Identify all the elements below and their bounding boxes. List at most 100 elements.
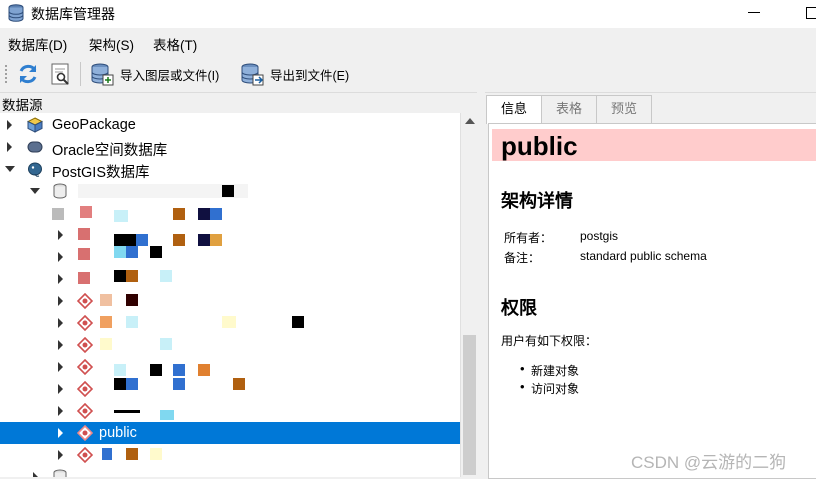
export-icon <box>241 63 264 86</box>
tree-item-connection[interactable] <box>0 466 460 477</box>
redacted-block <box>173 208 185 220</box>
redacted-block <box>78 272 90 284</box>
info-button[interactable] <box>50 61 72 87</box>
redacted-block <box>114 210 128 222</box>
info-icon <box>51 63 69 85</box>
redacted-block <box>126 270 138 282</box>
import-label: 导入图层或文件(I) <box>120 68 220 83</box>
tab-tables[interactable]: 表格 <box>541 95 597 123</box>
comment-label: 备注： <box>504 251 541 265</box>
redacted-block <box>102 448 112 460</box>
redacted-block <box>210 234 222 246</box>
database-icon <box>53 469 67 477</box>
scrollbar-thumb[interactable] <box>463 335 476 475</box>
tree-label-geopackage: GeoPackage <box>52 117 136 133</box>
expand-arrow-icon[interactable] <box>58 340 63 350</box>
schema-icon <box>77 381 93 397</box>
scroll-up-icon[interactable] <box>465 118 475 124</box>
schema-name: public <box>501 131 578 161</box>
tab-preview[interactable]: 预览 <box>596 95 652 123</box>
datasource-tree: GeoPackage Oracle空间数据库 PostGIS数据库 public <box>0 113 460 477</box>
maximize-button[interactable] <box>796 2 816 24</box>
redacted-block <box>114 410 140 413</box>
export-button[interactable]: 导出到文件(E) <box>240 61 349 87</box>
tree-item-schema[interactable] <box>0 202 460 224</box>
tree-item-oracle[interactable]: Oracle空间数据库 <box>0 136 460 159</box>
redacted-block <box>78 248 90 260</box>
expand-arrow-icon[interactable] <box>58 230 63 240</box>
expand-arrow-icon[interactable] <box>7 120 12 130</box>
expand-arrow-icon[interactable] <box>58 296 63 306</box>
tree-item-geopackage[interactable]: GeoPackage <box>0 114 460 136</box>
schema-icon <box>52 208 64 220</box>
redacted-block <box>160 338 172 350</box>
tree-item-schema[interactable] <box>0 356 460 378</box>
expand-arrow-icon[interactable] <box>7 142 12 152</box>
redacted-block <box>173 364 185 376</box>
tree-item-schema[interactable] <box>0 268 460 290</box>
tree-label-oracle: Oracle空间数据库 <box>52 143 168 159</box>
redacted-block <box>114 364 126 376</box>
database-icon <box>8 4 24 22</box>
import-icon <box>91 63 114 86</box>
redacted-block <box>210 208 222 220</box>
tree-item-schema[interactable] <box>0 290 460 312</box>
info-content: public 架构详情 所有者： postgis 备注： standard pu… <box>488 123 816 479</box>
tree-item-schema[interactable] <box>0 312 460 334</box>
tree-item-schema[interactable] <box>0 334 460 356</box>
schema-icon <box>77 403 93 419</box>
toolbar-grip[interactable] <box>4 64 8 84</box>
collapse-arrow-icon[interactable] <box>30 188 40 194</box>
owner-value: postgis <box>580 229 619 243</box>
expand-arrow-icon[interactable] <box>58 362 63 372</box>
tree-item-connection[interactable] <box>0 180 460 202</box>
tree-item-schema[interactable] <box>0 224 460 246</box>
import-button[interactable]: 导入图层或文件(I) <box>90 61 219 87</box>
expand-arrow-icon[interactable] <box>33 472 38 477</box>
redacted-block <box>80 206 92 218</box>
refresh-icon <box>19 64 37 84</box>
expand-arrow-icon[interactable] <box>58 252 63 262</box>
menu-schema[interactable]: 架构(S) <box>89 34 134 54</box>
tree-item-schema[interactable] <box>0 246 460 268</box>
tree-item-schema[interactable] <box>0 444 460 466</box>
tree-item-postgis[interactable]: PostGIS数据库 <box>0 158 460 181</box>
redacted-block <box>222 185 234 197</box>
redacted-block <box>126 378 138 390</box>
redacted-block <box>126 294 138 306</box>
tree-label-public: public <box>99 425 137 441</box>
redacted-block <box>114 270 126 282</box>
postgis-icon <box>28 162 42 177</box>
collapse-arrow-icon[interactable] <box>5 166 15 172</box>
tree-label-postgis: PostGIS数据库 <box>52 165 150 181</box>
expand-arrow-icon[interactable] <box>58 384 63 394</box>
redacted-block <box>198 364 210 376</box>
tab-info[interactable]: 信息 <box>486 95 542 124</box>
menu-table[interactable]: 表格(T) <box>153 34 197 54</box>
expand-arrow-icon[interactable] <box>58 318 63 328</box>
refresh-button[interactable] <box>16 61 40 87</box>
redacted-block <box>160 270 172 282</box>
tree-scrollbar[interactable] <box>460 113 478 477</box>
expand-arrow-icon[interactable] <box>58 428 63 438</box>
menu-bar: 数据库(D) 架构(S) 表格(T) <box>0 28 816 54</box>
minimize-button[interactable] <box>740 2 770 24</box>
menu-database[interactable]: 数据库(D) <box>8 34 67 54</box>
oracle-icon <box>27 141 43 153</box>
redacted-block <box>100 294 112 306</box>
panel-splitter[interactable] <box>477 92 485 477</box>
redacted-block <box>198 208 210 220</box>
redacted-block <box>114 246 126 258</box>
watermark: CSDN @云游的二狗 <box>631 453 787 472</box>
privilege-item: 访问对象 <box>520 379 579 397</box>
tree-item-public[interactable]: public <box>0 422 460 444</box>
expand-arrow-icon[interactable] <box>58 274 63 284</box>
redacted-block <box>126 246 138 258</box>
expand-arrow-icon[interactable] <box>58 406 63 416</box>
tree-item-schema[interactable] <box>0 400 460 422</box>
expand-arrow-icon[interactable] <box>58 450 63 460</box>
toolbar-separator <box>80 62 81 86</box>
database-icon <box>53 183 67 199</box>
tree-item-schema[interactable] <box>0 378 460 400</box>
comment-value: standard public schema <box>580 249 707 263</box>
